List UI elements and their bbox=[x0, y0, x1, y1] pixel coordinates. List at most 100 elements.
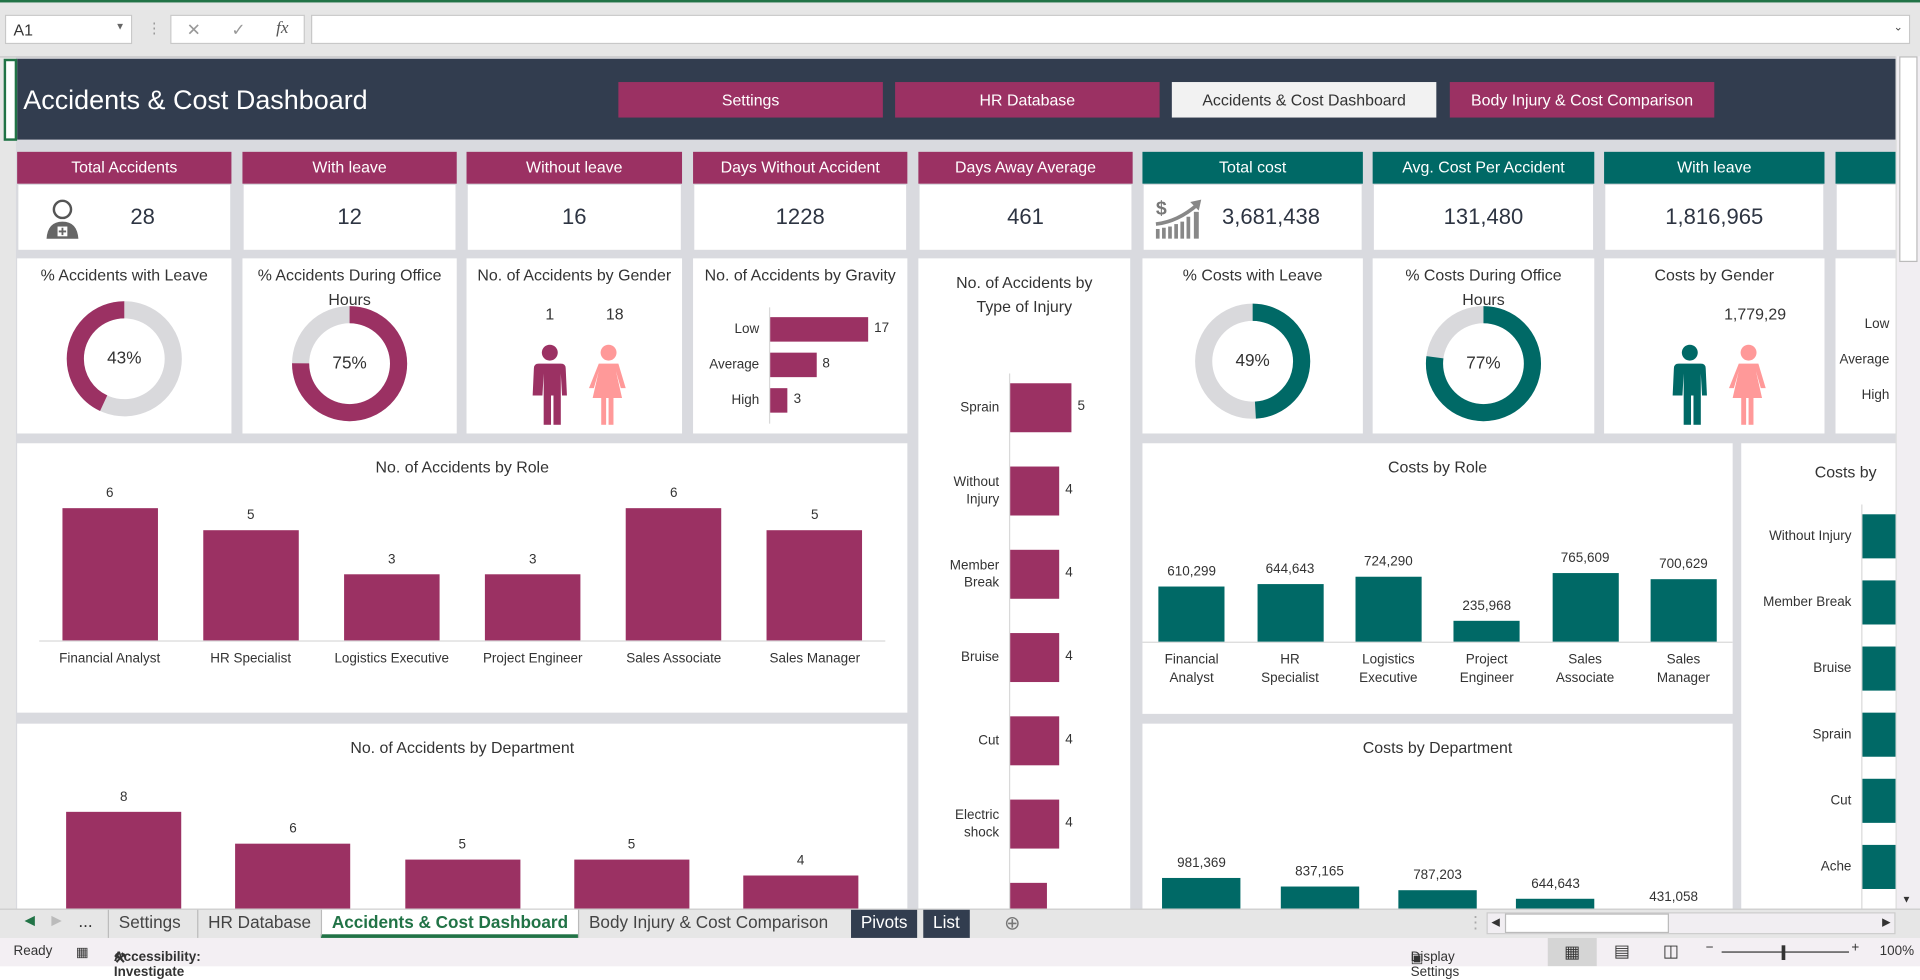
scroll-right-icon[interactable]: ▶ bbox=[1882, 916, 1890, 929]
nav-settings-button[interactable]: Settings bbox=[618, 82, 883, 118]
status-ready: Ready bbox=[13, 944, 53, 959]
bar bbox=[1862, 514, 1896, 559]
expand-formula-icon[interactable]: ⌄ bbox=[1894, 21, 1903, 34]
selected-cell[interactable] bbox=[3, 58, 18, 141]
gravity-chart-panel: No. of Accidents by Gravity Low 17 Average 8… bbox=[693, 258, 908, 434]
data-label: 5 bbox=[246, 508, 255, 523]
kpi-label: Days Away Average bbox=[918, 151, 1133, 184]
nav-hr-database-button[interactable]: HR Database bbox=[895, 82, 1160, 118]
normal-view-icon[interactable]: ▦ bbox=[1547, 937, 1597, 967]
female-value: 1,779,29 bbox=[1724, 304, 1787, 324]
splitter-grip-icon[interactable]: ⋮ bbox=[1467, 912, 1484, 933]
nav-dashboard-button[interactable]: Accidents & Cost Dashboard bbox=[1171, 82, 1437, 118]
bar bbox=[1280, 886, 1359, 909]
category-label: Member Break bbox=[1763, 595, 1852, 610]
data-label: 724,290 bbox=[1364, 554, 1413, 570]
male-icon bbox=[525, 344, 574, 431]
formula-bar-grip-icon: ⋮ bbox=[146, 19, 162, 37]
bar bbox=[573, 859, 690, 909]
horizontal-scrollbar[interactable]: ◀ ▶ bbox=[1486, 912, 1896, 935]
bar bbox=[202, 530, 299, 641]
page-layout-view-icon[interactable]: ▤ bbox=[1614, 940, 1630, 961]
kpi-value: 131,480 bbox=[1443, 204, 1524, 229]
kpi-value: 1228 bbox=[775, 204, 825, 229]
formula-input[interactable]: ⌄ bbox=[311, 14, 1911, 45]
bar bbox=[1256, 584, 1324, 642]
name-box[interactable]: A1 ▼ bbox=[4, 14, 133, 45]
kpi-label: Total Accidents bbox=[17, 151, 232, 184]
category-label: Low bbox=[1864, 317, 1890, 332]
kpi-value: 16 bbox=[562, 204, 587, 229]
chart-axis bbox=[39, 640, 886, 642]
sheet-tab[interactable]: Settings bbox=[107, 909, 191, 938]
donut-chart bbox=[1195, 303, 1311, 419]
donut-chart-panel: % Costs with Leave 49% bbox=[1142, 258, 1363, 434]
scroll-left-icon[interactable]: ◀ bbox=[1491, 916, 1499, 929]
kpi-value-box bbox=[1836, 184, 1896, 250]
kpi-value-box: 16 bbox=[467, 184, 681, 250]
tab-scroll-left-icon[interactable]: ◀ bbox=[24, 912, 34, 928]
svg-text:$: $ bbox=[1156, 197, 1167, 219]
donut-value-label: 49% bbox=[1235, 350, 1270, 370]
chart-title: Costs by bbox=[1814, 462, 1877, 482]
bar bbox=[1010, 633, 1060, 683]
page-break-view-icon[interactable]: ◫ bbox=[1663, 940, 1679, 961]
bar bbox=[1010, 549, 1060, 599]
bar bbox=[1010, 466, 1060, 516]
money-growth-icon: $ bbox=[1155, 197, 1202, 239]
sheet-tab[interactable]: List bbox=[923, 909, 970, 938]
zoom-slider-handle[interactable] bbox=[1781, 945, 1786, 961]
macro-record-icon[interactable]: ▦ bbox=[76, 944, 89, 960]
formula-buttons: ✕ ✓ fx bbox=[170, 14, 305, 45]
data-label: 981,369 bbox=[1177, 855, 1226, 871]
donut-chart-panel: % Costs During Office Hours 77% bbox=[1372, 258, 1595, 434]
more-tabs[interactable]: ... bbox=[78, 911, 92, 931]
data-label: 6 bbox=[670, 486, 678, 501]
zoom-level[interactable]: 100% bbox=[1880, 944, 1914, 959]
chevron-down-icon[interactable]: ▼ bbox=[115, 21, 125, 32]
bar bbox=[1862, 580, 1896, 625]
zoom-in-icon[interactable]: + bbox=[1851, 940, 1859, 955]
scrollbar-thumb[interactable] bbox=[1899, 56, 1918, 263]
enter-icon[interactable]: ✓ bbox=[231, 19, 245, 40]
chart-title: Costs by Department bbox=[1362, 738, 1513, 757]
donut-chart bbox=[1425, 306, 1542, 422]
data-label: 4 bbox=[1065, 482, 1073, 498]
category-label: Bruise bbox=[1813, 661, 1852, 676]
bar bbox=[1453, 620, 1520, 642]
bar bbox=[1398, 889, 1477, 909]
sheet-tab[interactable]: HR Database bbox=[197, 909, 321, 938]
sheet-tab[interactable]: Body Injury & Cost Comparison bbox=[577, 909, 838, 938]
donut-chart-panel: % Accidents During Office Hours 75% bbox=[242, 258, 457, 434]
role-chart-panel: No. of Accidents by Role 6 Financial Analy… bbox=[17, 443, 908, 713]
sheet-tab[interactable]: Accidents & Cost Dashboard bbox=[320, 909, 578, 938]
cancel-icon[interactable]: ✕ bbox=[187, 19, 201, 40]
sheet-tab[interactable]: Pivots bbox=[851, 909, 918, 938]
category-label: Sales Manager bbox=[769, 651, 861, 667]
bar bbox=[1862, 712, 1896, 757]
nav-body-injury-button[interactable]: Body Injury & Cost Comparison bbox=[1449, 82, 1715, 118]
bar bbox=[1516, 898, 1595, 909]
scroll-down-icon[interactable]: ▼ bbox=[1902, 894, 1912, 905]
tab-scroll-right-icon[interactable]: ▶ bbox=[51, 912, 61, 928]
vertical-scrollbar[interactable]: ▼ bbox=[1895, 56, 1920, 909]
kpi-value-box: 461 bbox=[919, 184, 1132, 250]
data-label: 17 bbox=[874, 320, 890, 336]
category-label: Project Engineer bbox=[482, 651, 583, 667]
zoom-out-icon[interactable]: − bbox=[1706, 940, 1714, 955]
add-sheet-icon[interactable]: ⊕ bbox=[1004, 911, 1020, 935]
kpi-label: With leave bbox=[1604, 151, 1825, 184]
category-label: High bbox=[731, 393, 760, 408]
row-header bbox=[0, 57, 16, 909]
chart-axis bbox=[1142, 641, 1733, 643]
cost-gravity-chart-panel: Low Average High bbox=[1835, 258, 1896, 434]
kpi-label: Avg. Cost Per Accident bbox=[1372, 151, 1595, 184]
bar bbox=[1162, 877, 1241, 909]
bar bbox=[484, 574, 581, 641]
horizontal-scrollbar-thumb[interactable] bbox=[1504, 913, 1669, 934]
data-label: 787,203 bbox=[1413, 867, 1462, 883]
data-label: 5 bbox=[1077, 399, 1086, 414]
category-label: Without Injury bbox=[953, 475, 1000, 507]
display-settings-label: Display Settings bbox=[1410, 950, 1460, 980]
insert-function-icon[interactable]: fx bbox=[276, 20, 288, 40]
